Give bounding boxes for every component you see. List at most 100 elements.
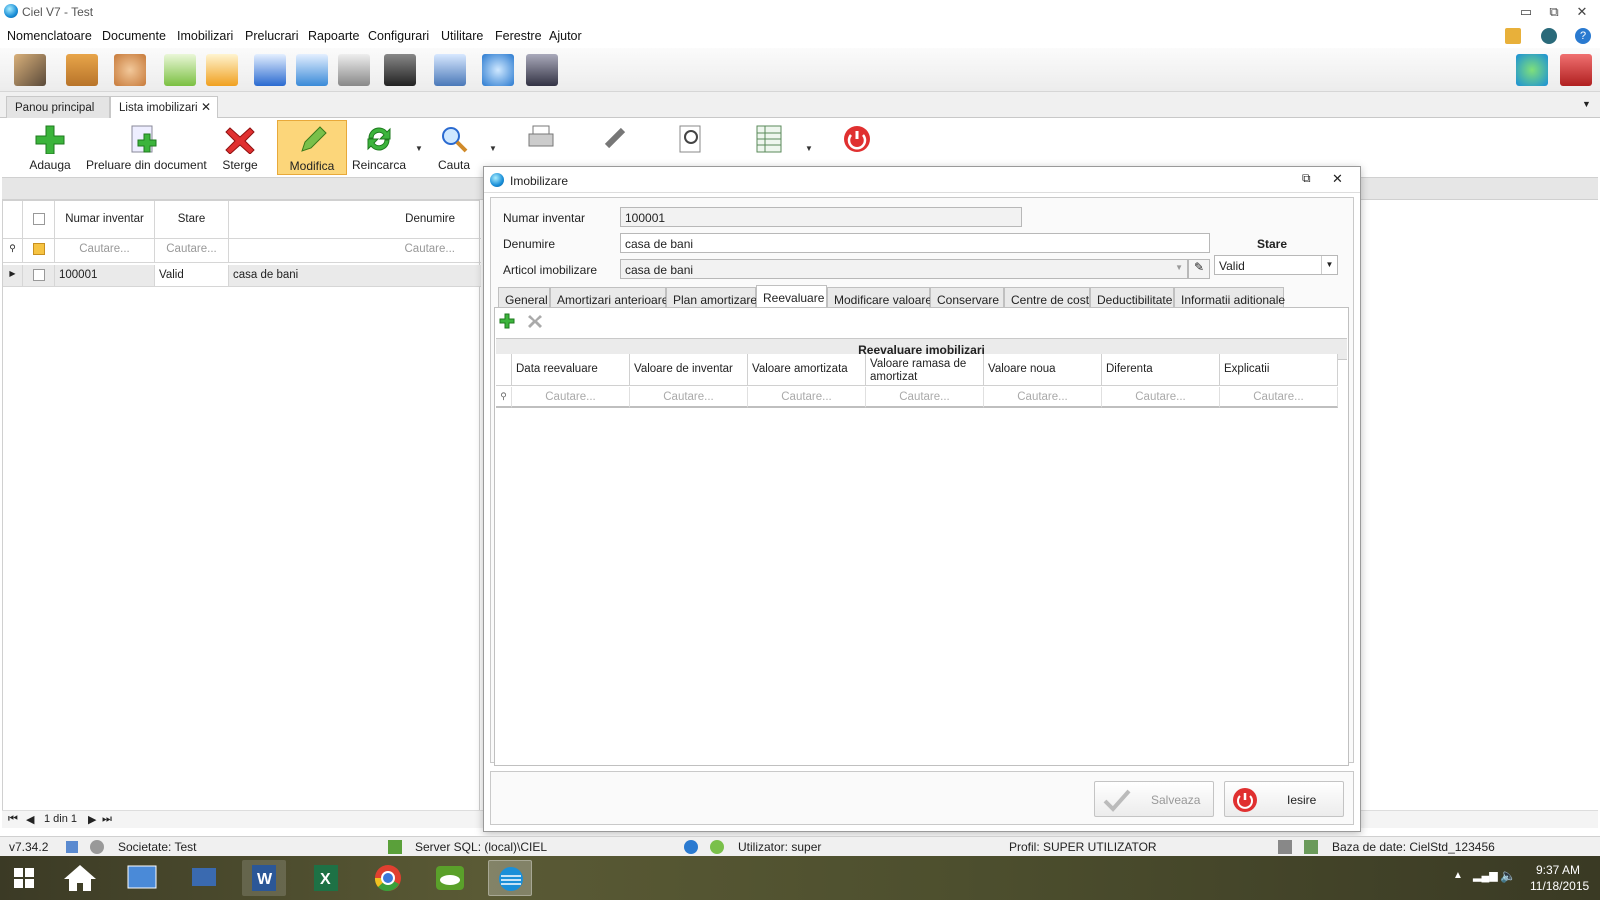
fiscal-printer-icon[interactable] [384,54,416,86]
start-icon[interactable] [2,860,46,896]
help-icon[interactable]: ? [1575,28,1591,44]
close-icon[interactable]: ✕ [1568,2,1596,22]
cash-register-icon[interactable] [338,54,370,86]
import-from-document-button[interactable]: Preluare din document [86,120,207,175]
last-page-icon[interactable]: ⏭ [102,813,112,826]
menu-utilitare[interactable]: Utilitare [441,29,483,43]
tab-conservare[interactable]: Conservare [930,287,1004,309]
search-valoare-amortizata[interactable]: Cautare... [748,387,866,408]
reload-button[interactable]: Reincarca [350,120,408,175]
clock-time[interactable]: 9:37 AM [1536,863,1580,877]
box-icon[interactable] [66,54,98,86]
header-stare[interactable]: Stare [155,201,229,239]
export-dropdown-icon[interactable]: ▼ [805,144,813,153]
cell-state[interactable]: Valid [155,265,229,287]
sync-icon[interactable] [296,54,328,86]
monitor-search-icon[interactable] [482,54,514,86]
chrome-icon[interactable] [366,860,410,896]
search-inventory-input[interactable]: Cautare... [55,239,155,263]
control-panel-icon[interactable] [120,860,164,896]
exit-button[interactable]: Iesire [1224,781,1344,817]
tab-modificare-valoare[interactable]: Modificare valoare [827,287,932,309]
col-valoare-inventar[interactable]: Valoare de inventar [630,354,748,386]
chat-icon[interactable] [1516,54,1548,86]
cell-inventory[interactable]: 100001 [55,265,155,287]
prev-page-icon[interactable]: ◀ [26,813,34,826]
select-all-checkbox[interactable] [23,201,55,239]
excel-icon[interactable]: X [304,860,348,896]
search-state-input[interactable]: Cautare... [155,239,229,263]
tab-panou-principal[interactable]: Panou principal [6,96,110,118]
tab-amortizari-anterioare[interactable]: Amortizari anterioare [550,287,668,309]
state-dropdown-icon[interactable]: ▼ [1321,256,1337,274]
dialog-restore-icon[interactable]: ⧉ [1302,171,1311,186]
tab-deductibilitate[interactable]: Deductibilitate [1090,287,1174,309]
menu-rapoarte[interactable]: Rapoarte [308,29,359,43]
menu-ajutor[interactable]: Ajutor [549,29,582,43]
tab-informatii-aditionale[interactable]: Informatii aditionale [1174,287,1285,309]
search-button[interactable]: Cauta [426,120,482,175]
filter-checkbox[interactable] [23,239,55,263]
restore-icon[interactable]: ⧉ [1540,2,1568,22]
search-name-input[interactable]: Cautare... [229,239,481,263]
users-icon[interactable] [114,54,146,86]
next-page-icon[interactable]: ▶ [88,813,96,826]
row-checkbox[interactable] [23,265,55,287]
col-diferenta[interactable]: Diferenta [1102,354,1220,386]
tabs-dropdown-icon[interactable]: ▼ [1582,99,1591,109]
export-icon[interactable] [206,54,238,86]
first-page-icon[interactable]: ⏮ [8,813,18,826]
home-icon[interactable] [58,860,102,896]
close-tab-icon[interactable]: ✕ [201,100,211,114]
col-valoare-amortizata[interactable]: Valoare amortizata [748,354,866,386]
cell-name[interactable]: casa de bani [229,265,481,287]
menu-configurari[interactable]: Configurari [368,29,429,43]
calculator-icon[interactable] [526,54,558,86]
search-explicatii[interactable]: Cautare... [1220,387,1338,408]
menu-documente[interactable]: Documente [102,29,166,43]
inventory-input[interactable]: 100001 [620,207,1022,227]
col-explicatii[interactable]: Explicatii [1220,354,1338,386]
name-input[interactable]: casa de bani [620,233,1210,253]
edit-button[interactable]: Modifica [277,120,347,175]
minimize-icon[interactable]: ▭ [1512,2,1540,22]
tab-general[interactable]: General [498,287,550,309]
col-valoare-noua[interactable]: Valoare noua [984,354,1102,386]
menu-prelucrari[interactable]: Prelucrari [245,29,299,43]
search-diferenta[interactable]: Cautare... [1102,387,1220,408]
tab-lista-imobilizari[interactable]: Lista imobilizari ✕ [110,96,218,118]
article-dropdown-icon[interactable]: ▼ [1175,263,1183,272]
delete-button[interactable]: Sterge [212,120,268,175]
menu-imobilizari[interactable]: Imobilizari [177,29,233,43]
menu-nomenclatoare[interactable]: Nomenclatoare [7,29,92,43]
ciel-taskbar-icon[interactable] [488,860,532,896]
cloud-app-icon[interactable] [428,860,472,896]
tray-expand-icon[interactable]: ▲ [1453,870,1463,881]
logout-icon[interactable] [1560,54,1592,86]
search-dropdown-icon[interactable]: ▼ [489,144,497,153]
search-valoare-inventar[interactable]: Cautare... [630,387,748,408]
settings-icon[interactable] [1505,28,1521,44]
menu-ferestre[interactable]: Ferestre [495,29,542,43]
add-row-icon[interactable] [499,313,515,329]
state-select[interactable]: Valid ▼ [1214,255,1338,275]
partners-icon[interactable] [14,54,46,86]
word-icon[interactable]: W [242,860,286,896]
tab-centre-de-cost[interactable]: Centre de cost [1004,287,1090,309]
laptop-icon[interactable] [434,54,466,86]
search-data-reevaluare[interactable]: Cautare... [512,387,630,408]
update-icon[interactable] [1541,28,1557,44]
edit-article-pencil-icon[interactable]: ✎ [1188,259,1210,279]
reload-dropdown-icon[interactable]: ▼ [415,144,423,153]
clock-date[interactable]: 11/18/2015 [1530,879,1589,893]
header-denumire[interactable]: Denumire [229,201,481,239]
search-valoare-ramasa[interactable]: Cautare... [866,387,984,408]
delete-row-icon[interactable] [527,313,543,329]
add-button[interactable]: Adauga [22,120,78,175]
article-combo[interactable]: casa de bani ▼ [620,259,1188,279]
upload-icon[interactable] [254,54,286,86]
search-valoare-noua[interactable]: Cautare... [984,387,1102,408]
dialog-close-icon[interactable]: ✕ [1332,171,1343,187]
col-valoare-ramasa[interactable]: Valoare ramasa de amortizat [866,354,984,386]
col-data-reevaluare[interactable]: Data reevaluare [512,354,630,386]
